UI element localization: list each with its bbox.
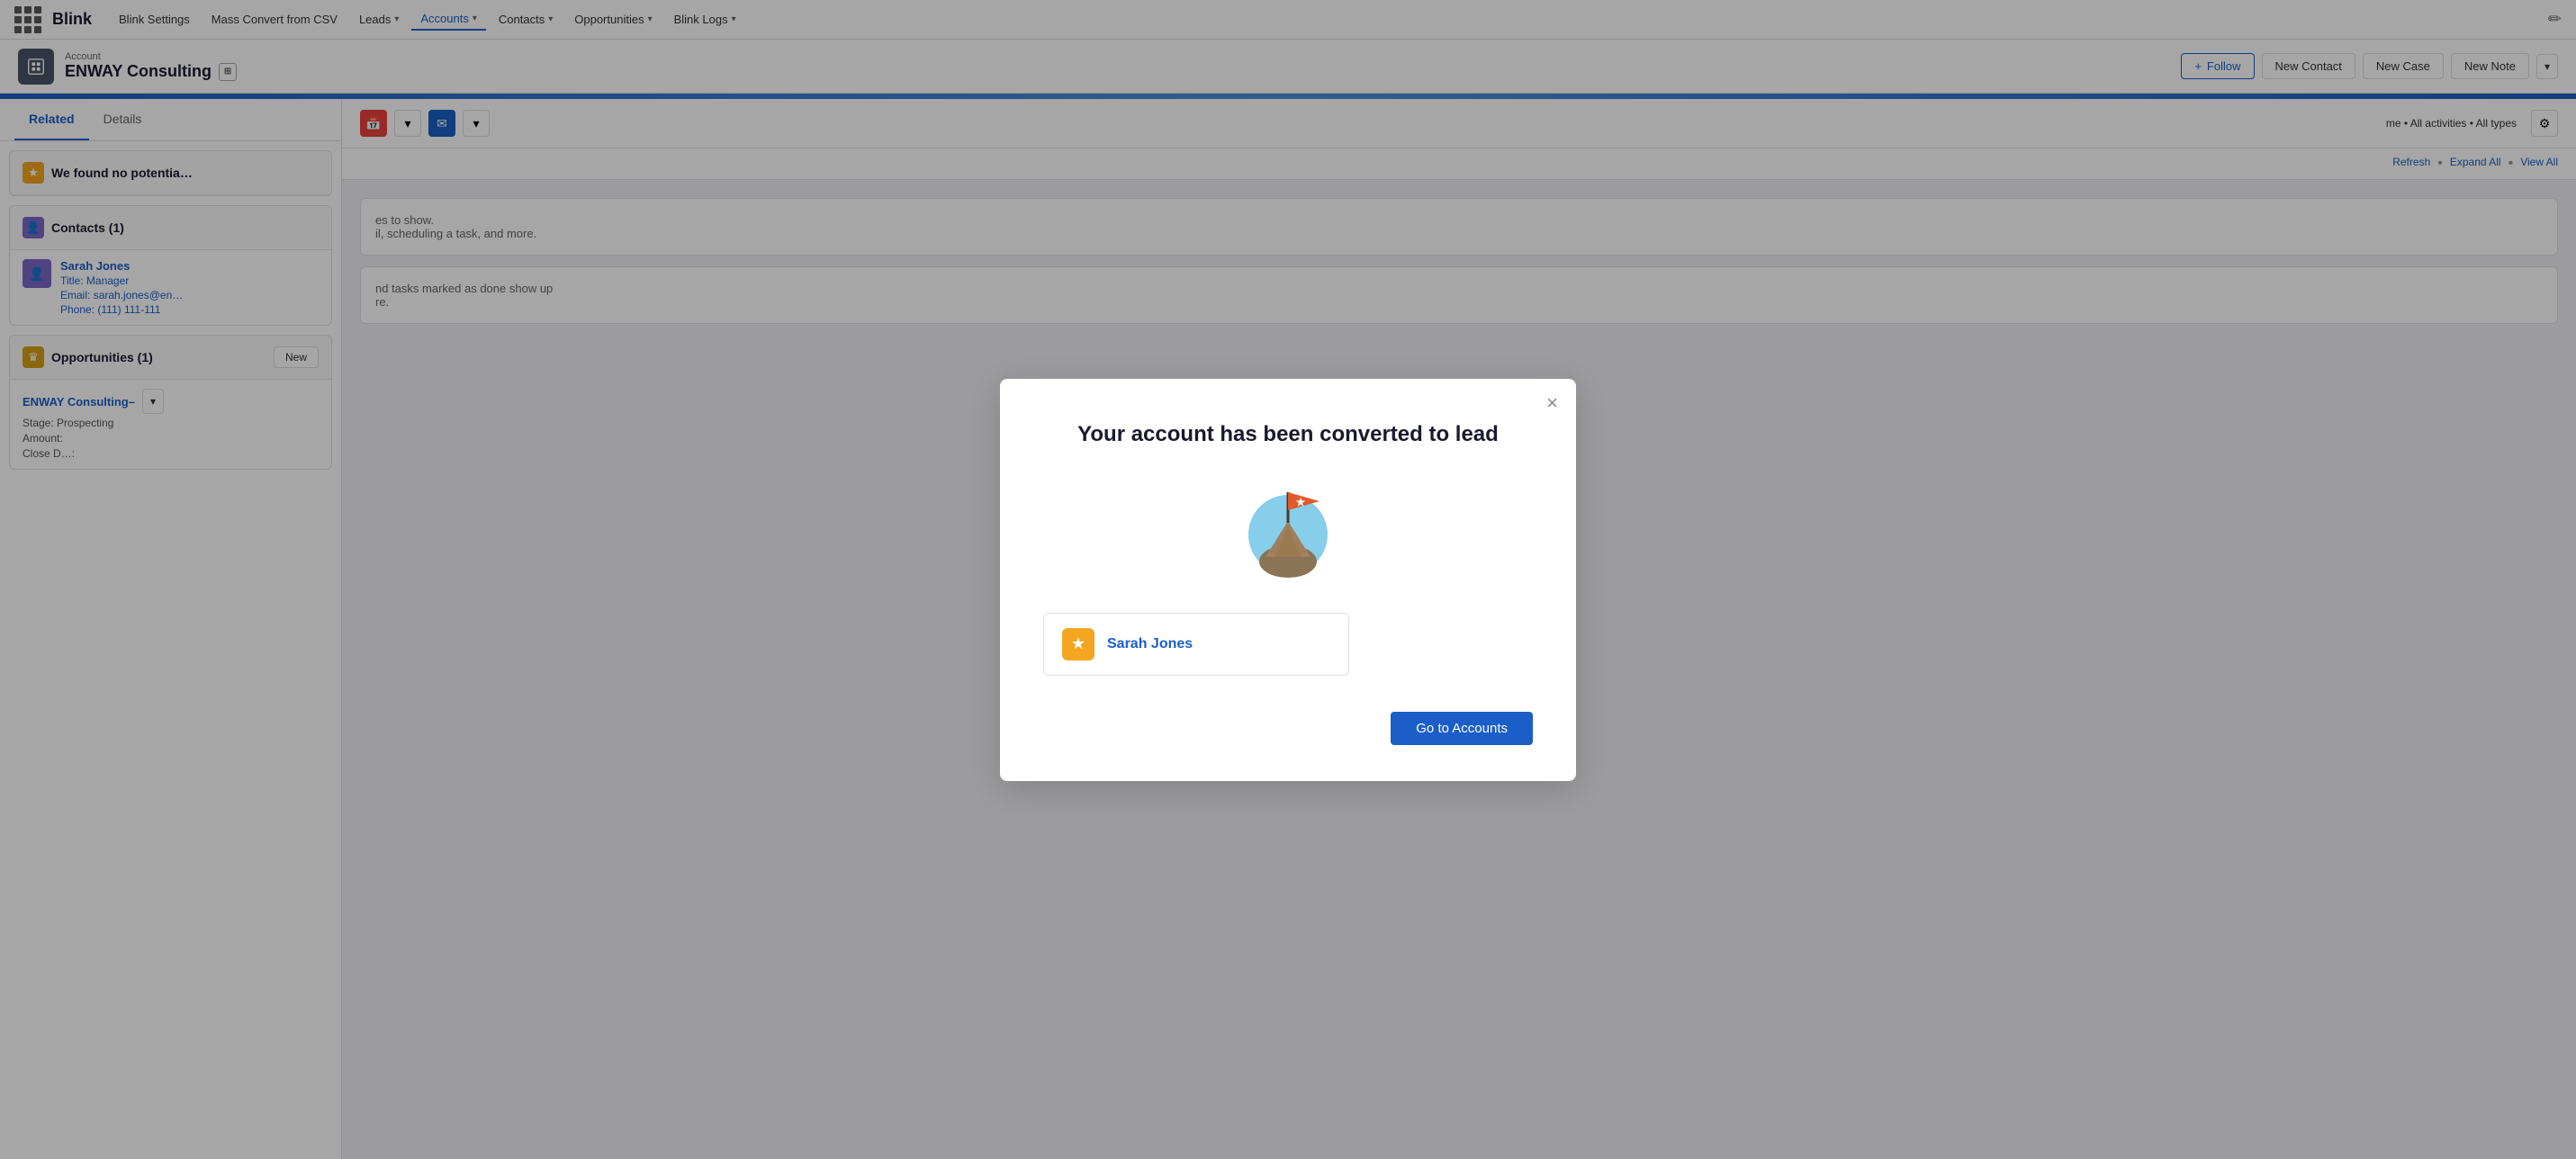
modal-close-button[interactable]: × [1546,393,1558,413]
conversion-modal: × Your account has been converted to lea… [1000,379,1576,781]
modal-footer: Go to Accounts [1043,712,1533,745]
svg-text:★: ★ [1296,496,1306,508]
lead-name[interactable]: Sarah Jones [1107,636,1193,652]
modal-illustration: ★ [1043,476,1533,584]
modal-title: Your account has been converted to lead [1043,422,1533,447]
go-to-accounts-button[interactable]: Go to Accounts [1391,712,1533,745]
modal-overlay: × Your account has been converted to lea… [0,0,2576,1159]
lead-card: ★ Sarah Jones [1043,613,1349,676]
lead-avatar-icon: ★ [1062,628,1094,660]
